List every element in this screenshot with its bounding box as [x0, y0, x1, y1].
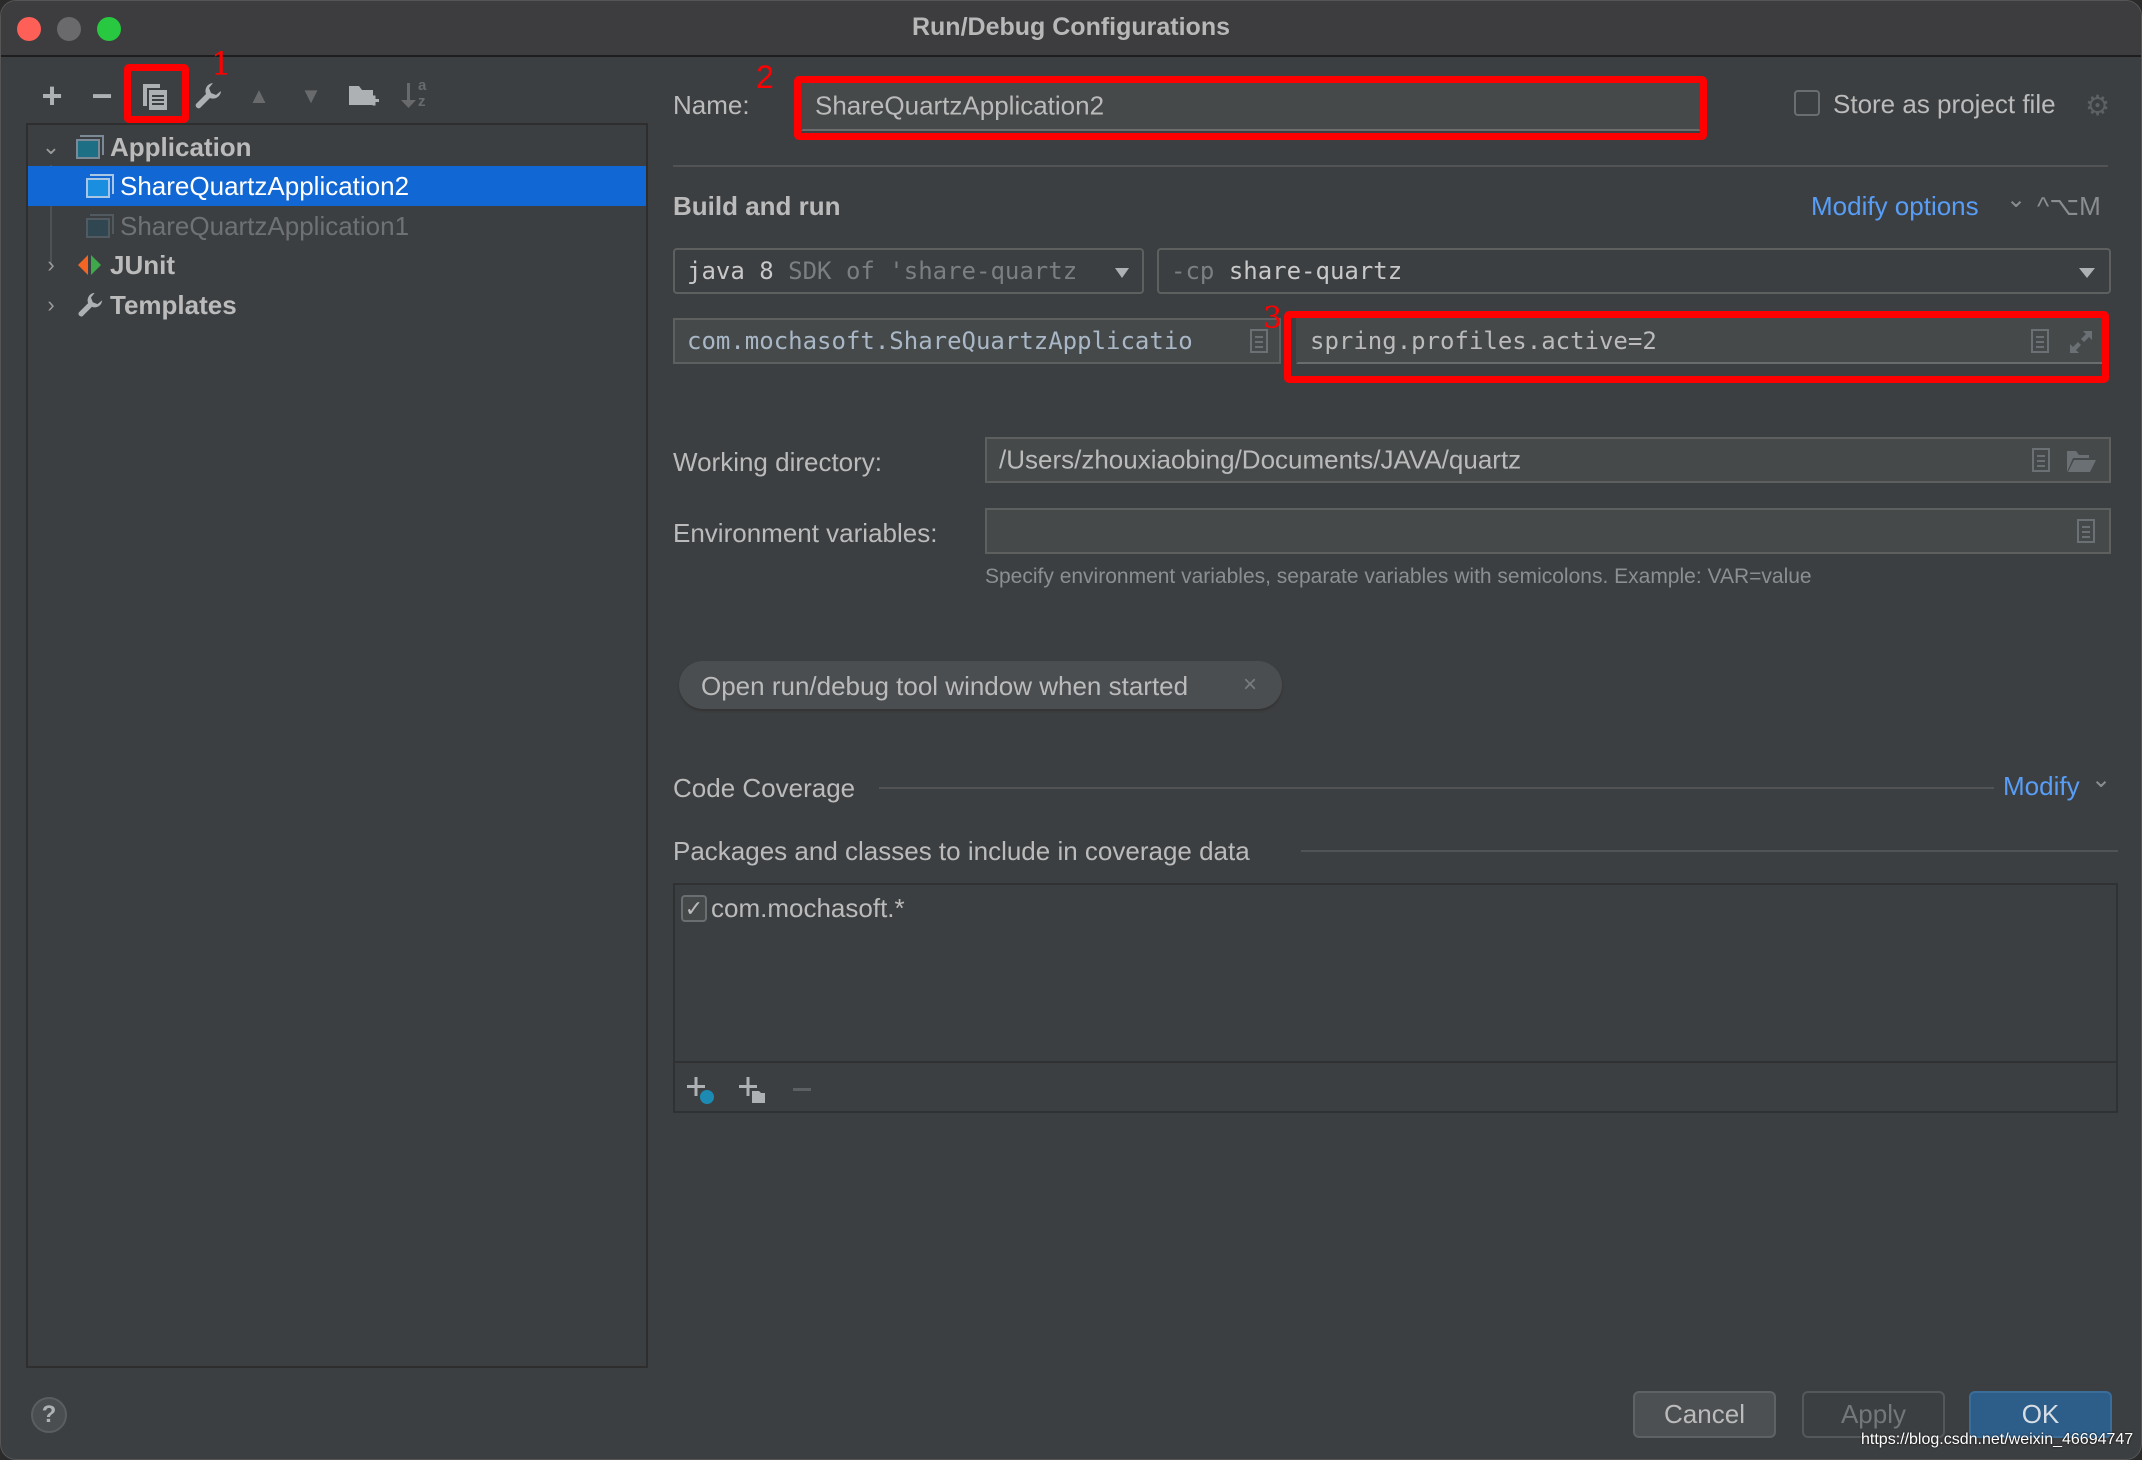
- sort-z-label: z: [418, 93, 426, 110]
- store-as-project-file-checkbox[interactable]: [1794, 90, 1820, 116]
- add-configuration-button[interactable]: +: [35, 75, 69, 116]
- code-coverage-heading: Code Coverage: [673, 773, 856, 803]
- remove-configuration-button[interactable]: −: [85, 75, 119, 116]
- main-class-input[interactable]: com.mochasoft.ShareQuartzApplicatio: [673, 318, 1281, 364]
- plus-icon: +: [41, 75, 63, 116]
- tree-item-sharequartzapplication2[interactable]: ShareQuartzApplication2: [28, 166, 646, 206]
- cp-prefix: -cp: [1171, 257, 1215, 285]
- cp-module: share-quartz: [1228, 257, 1403, 285]
- coverage-packages-list: ✓ com.mochasoft.*: [673, 883, 2118, 1113]
- sort-configurations-button[interactable]: a z: [398, 77, 432, 113]
- tree-item-application[interactable]: ⌄ Application: [28, 127, 646, 167]
- environment-variables-hint: Specify environment variables, separate …: [985, 565, 1812, 588]
- cancel-button[interactable]: Cancel: [1633, 1391, 1776, 1438]
- sort-a-label: a: [418, 77, 427, 94]
- annotation-number-3: 3: [1263, 301, 1283, 336]
- expand-icon[interactable]: [2068, 329, 2094, 355]
- annotation-number-2: 2: [756, 59, 774, 95]
- move-down-button[interactable]: ▼: [294, 79, 328, 113]
- copy-configuration-button[interactable]: [138, 79, 172, 113]
- configurations-tree: ⌄ Application ShareQuartzApplication2 Sh…: [26, 123, 648, 1368]
- edit-templates-button[interactable]: [191, 79, 225, 113]
- package-checkbox[interactable]: ✓: [681, 895, 707, 922]
- modify-options-link[interactable]: Modify options: [1811, 191, 1979, 222]
- chevron-right-icon[interactable]: ›: [40, 252, 62, 278]
- modify-options-shortcut: ^⌥M: [2037, 191, 2101, 221]
- title-bar: Run/Debug Configurations: [1, 1, 2141, 57]
- copy-icon: [143, 84, 167, 110]
- help-button[interactable]: ?: [31, 1397, 67, 1433]
- jre-select[interactable]: java 8 SDK of 'share-quartz: [673, 248, 1144, 294]
- application-config-icon: [86, 174, 114, 198]
- separator: [1301, 850, 2118, 852]
- folder-open-icon[interactable]: [2065, 448, 2097, 474]
- add-class-icon: [687, 1077, 714, 1104]
- application-config-icon: [86, 214, 114, 238]
- tree-item-junit[interactable]: › JUnit: [28, 245, 646, 285]
- list-toolbar-divider: [675, 1061, 2116, 1063]
- gear-icon[interactable]: ⚙: [2085, 89, 2110, 122]
- store-as-project-file-label[interactable]: Store as project file: [1833, 89, 2056, 120]
- arrow-up-icon: ▲: [248, 83, 270, 108]
- working-directory-label: Working directory:: [673, 447, 883, 477]
- working-directory-input[interactable]: /Users/zhouxiaobing/Documents/JAVA/quart…: [985, 437, 2111, 483]
- separator: [673, 165, 2108, 167]
- tree-item-label: Templates: [110, 289, 237, 320]
- main-class-value: com.mochasoft.ShareQuartzApplicatio: [687, 327, 1193, 355]
- folder-plus-icon: [349, 86, 379, 106]
- remove-entry-button[interactable]: [789, 1075, 819, 1107]
- run-debug-configurations-dialog: Run/Debug Configurations + − 1 ▲ ▼ a z ⌄…: [0, 0, 2142, 1460]
- minus-icon: [793, 1088, 811, 1091]
- annotation-number-1: 1: [211, 45, 232, 83]
- packages-heading: Packages and classes to include in cover…: [673, 836, 1250, 866]
- name-input[interactable]: ShareQuartzApplication2: [801, 81, 1701, 131]
- wrench-icon: [78, 292, 103, 317]
- move-up-button[interactable]: ▲: [242, 79, 276, 113]
- dropdown-arrow-icon: [2079, 268, 2095, 278]
- name-label: Name:: [673, 90, 750, 120]
- wrench-icon: [195, 83, 221, 109]
- jre-version: java 8: [687, 257, 774, 285]
- tree-item-sharequartzapplication1[interactable]: ShareQuartzApplication1: [28, 206, 646, 246]
- remove-option-icon[interactable]: ×: [1243, 671, 1257, 699]
- program-arguments-input[interactable]: spring.profiles.active=2: [1296, 318, 2109, 364]
- add-package-button[interactable]: [737, 1075, 773, 1107]
- classpath-module-select[interactable]: -cp share-quartz: [1157, 248, 2111, 294]
- add-class-button[interactable]: [685, 1075, 721, 1107]
- environment-variables-input[interactable]: [985, 508, 2111, 554]
- add-package-icon: [739, 1077, 765, 1103]
- package-row[interactable]: ✓ com.mochasoft.*: [681, 893, 905, 924]
- chevron-down-icon[interactable]: ⌄: [40, 134, 62, 160]
- minus-icon: −: [91, 75, 113, 116]
- tree-item-label: Application: [110, 131, 252, 162]
- insert-macro-icon[interactable]: [2032, 448, 2050, 472]
- chip-label: Open run/debug tool window when started: [701, 671, 1189, 701]
- coverage-modify-link[interactable]: Modify: [2003, 771, 2080, 802]
- separator: [879, 787, 1994, 789]
- tree-item-templates[interactable]: › Templates: [28, 285, 646, 325]
- junit-icon: [78, 255, 101, 275]
- chevron-down-icon: ⌄: [2006, 186, 2027, 213]
- package-label: com.mochasoft.*: [711, 893, 905, 923]
- build-and-run-heading: Build and run: [673, 191, 841, 221]
- chevron-right-icon[interactable]: ›: [40, 292, 62, 318]
- application-icon: [76, 135, 104, 159]
- chevron-down-icon: ⌄: [2091, 766, 2112, 793]
- environment-variables-label: Environment variables:: [673, 518, 938, 548]
- name-value: ShareQuartzApplication2: [815, 90, 1105, 121]
- tree-item-label: ShareQuartzApplication1: [120, 210, 410, 241]
- tree-item-label: JUnit: [110, 249, 175, 280]
- dropdown-arrow-icon: [1115, 268, 1129, 278]
- insert-macro-icon[interactable]: [2031, 329, 2049, 353]
- jre-description: SDK of 'share-quartz: [788, 257, 1078, 285]
- arrow-down-icon: ▼: [300, 83, 322, 108]
- watermark-text: https://blog.csdn.net/weixin_46694747: [1861, 1431, 2134, 1448]
- edit-environment-variables-icon[interactable]: [2077, 519, 2095, 543]
- program-arguments-value: spring.profiles.active=2: [1310, 327, 1657, 355]
- working-directory-value: /Users/zhouxiaobing/Documents/JAVA/quart…: [999, 444, 1522, 475]
- new-folder-button[interactable]: [346, 79, 380, 113]
- window-title: Run/Debug Configurations: [911, 13, 1231, 41]
- tree-item-label: ShareQuartzApplication2: [120, 170, 410, 201]
- open-tool-window-option-chip[interactable]: Open run/debug tool window when started …: [679, 661, 1282, 709]
